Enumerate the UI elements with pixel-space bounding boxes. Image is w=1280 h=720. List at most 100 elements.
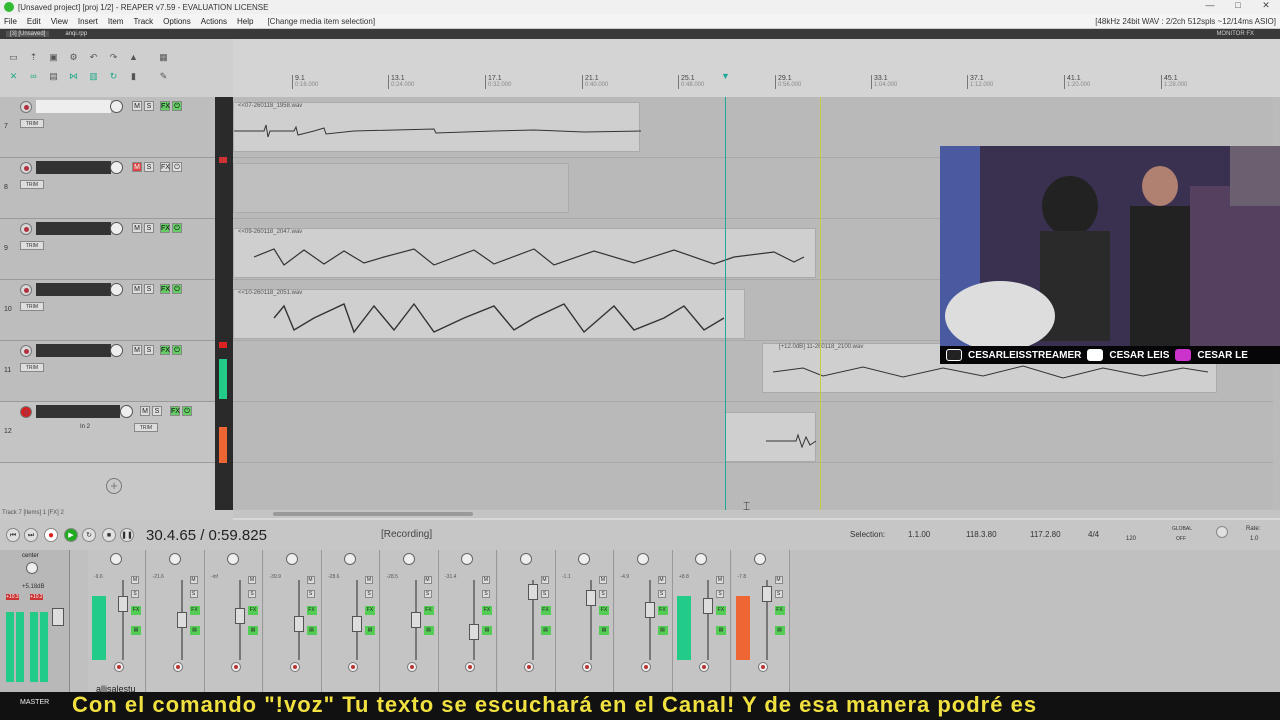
record-arm-button[interactable] [406,662,417,672]
volume-knob[interactable] [110,100,123,113]
close-button[interactable]: ✕ [1252,0,1280,11]
mute-button[interactable]: M [140,406,150,416]
solo-button[interactable]: S [131,590,139,598]
fx-chain-icon[interactable]: ▤ [716,626,726,635]
record-arm-button[interactable] [523,662,534,672]
track-11[interactable]: 11 M S FX ⏻ TRIM [0,341,215,402]
input-select[interactable]: In 2 [80,424,90,430]
solo-button[interactable]: S [365,590,373,598]
track-9[interactable]: 9 M S FX ⏻ TRIM [0,219,215,280]
trim-button[interactable]: TRIM [20,363,44,372]
record-arm-button[interactable] [757,662,768,672]
menu-actions[interactable]: Actions [201,17,227,26]
add-track-button[interactable]: + [106,478,122,494]
stop-button[interactable]: ■ [102,528,116,542]
volume-fader[interactable] [469,624,479,640]
mute-button[interactable]: M [774,576,783,584]
fx-button[interactable]: FX [306,606,317,615]
save-icon[interactable]: ▣ [48,52,59,63]
volume-fader[interactable] [410,612,421,628]
track-7[interactable]: 7 M S FX ⏻ TRIM [0,97,215,158]
undo-icon[interactable]: ↶ [88,52,99,63]
fx-button[interactable]: FX [716,606,726,615]
fx-chain-icon[interactable]: ▤ [131,626,141,635]
envelope-icon[interactable]: ▥ [88,71,99,82]
fx-button[interactable]: FX [248,606,258,615]
media-item[interactable] [725,412,817,462]
snap-icon[interactable]: ✕ [8,71,19,82]
play-button[interactable]: ▶ [64,528,78,542]
track-name-field[interactable] [36,283,111,296]
tab-unsaved[interactable]: [3] [Unsaved] [6,31,50,37]
fx-button[interactable]: FX [160,223,170,233]
volume-fader[interactable] [586,590,596,606]
minimize-button[interactable]: — [1196,0,1224,11]
volume-knob[interactable] [110,283,123,296]
solo-button[interactable]: S [774,590,783,598]
fx-chain-icon[interactable]: ▤ [306,626,317,635]
mute-button[interactable]: M [132,101,142,111]
mute-button[interactable]: M [423,576,432,584]
mute-button[interactable]: M [716,576,724,584]
bpm-display[interactable]: 120 [1126,536,1136,542]
record-arm-button[interactable] [640,662,651,672]
record-arm-button[interactable] [172,662,183,672]
solo-button[interactable]: S [144,345,154,355]
volume-fader[interactable] [644,602,655,618]
track-name-field[interactable] [36,405,120,418]
pan-knob[interactable] [695,553,707,565]
record-arm-button[interactable] [231,662,241,672]
volume-fader[interactable] [703,598,713,614]
solo-button[interactable]: S [657,590,666,598]
volume-fader[interactable] [527,584,538,600]
fx-chain-icon[interactable]: ▤ [774,626,785,635]
record-arm-button[interactable] [20,284,32,296]
track-name-field[interactable] [36,161,111,174]
fx-button[interactable]: FX [160,162,170,172]
record-arm-button[interactable] [348,662,358,672]
audio-device-info[interactable]: [48kHz 24bit WAV : 2/2ch 512spls ~12/14m… [1095,17,1276,26]
mute-button[interactable]: M [365,576,373,584]
trim-button[interactable]: TRIM [20,241,44,250]
fx-button[interactable]: FX [160,284,170,294]
selection-start[interactable]: 1.1.00 [908,530,930,539]
mute-button[interactable]: M [482,576,490,584]
pan-knob[interactable] [227,553,239,565]
pan-knob[interactable] [285,553,298,565]
power-icon[interactable]: ⏻ [182,406,192,416]
solo-button[interactable]: S [423,590,432,598]
volume-fader[interactable] [118,596,128,612]
menu-view[interactable]: View [51,17,68,26]
fx-button[interactable]: FX [189,606,200,615]
menu-item[interactable]: Item [108,17,124,26]
fx-button[interactable]: FX [657,606,668,615]
volume-fader[interactable] [761,586,772,602]
mute-button[interactable]: M [132,345,142,355]
mute-button[interactable]: M [657,576,666,584]
menu-options[interactable]: Options [163,17,191,26]
volume-fader[interactable] [352,616,362,632]
record-arm-button[interactable] [582,662,592,672]
record-arm-button[interactable] [20,345,32,357]
pan-knob[interactable] [110,553,122,565]
mute-button[interactable]: M [132,284,142,294]
volume-knob[interactable] [120,405,133,418]
solo-button[interactable]: S [482,590,490,598]
power-icon[interactable]: ⏻ [172,101,182,111]
mute-button[interactable]: M [132,223,142,233]
pan-knob[interactable] [461,553,473,565]
menu-help[interactable]: Help [237,17,253,26]
master-fader[interactable] [52,608,64,626]
track-name-field[interactable] [36,100,111,113]
trim-button[interactable]: TRIM [20,180,44,189]
trim-button[interactable]: TRIM [134,423,158,432]
power-icon[interactable]: ⏻ [172,345,182,355]
pause-button[interactable]: ❚❚ [120,528,134,542]
rate-knob[interactable] [1216,526,1228,538]
fx-chain-icon[interactable]: ▤ [423,626,434,635]
pan-knob[interactable] [578,553,590,565]
pan-knob[interactable] [344,553,356,565]
fx-chain-icon[interactable]: ▤ [248,626,258,635]
record-button[interactable]: ● [44,528,58,542]
go-to-end-icon[interactable]: ⏭ [24,528,38,542]
